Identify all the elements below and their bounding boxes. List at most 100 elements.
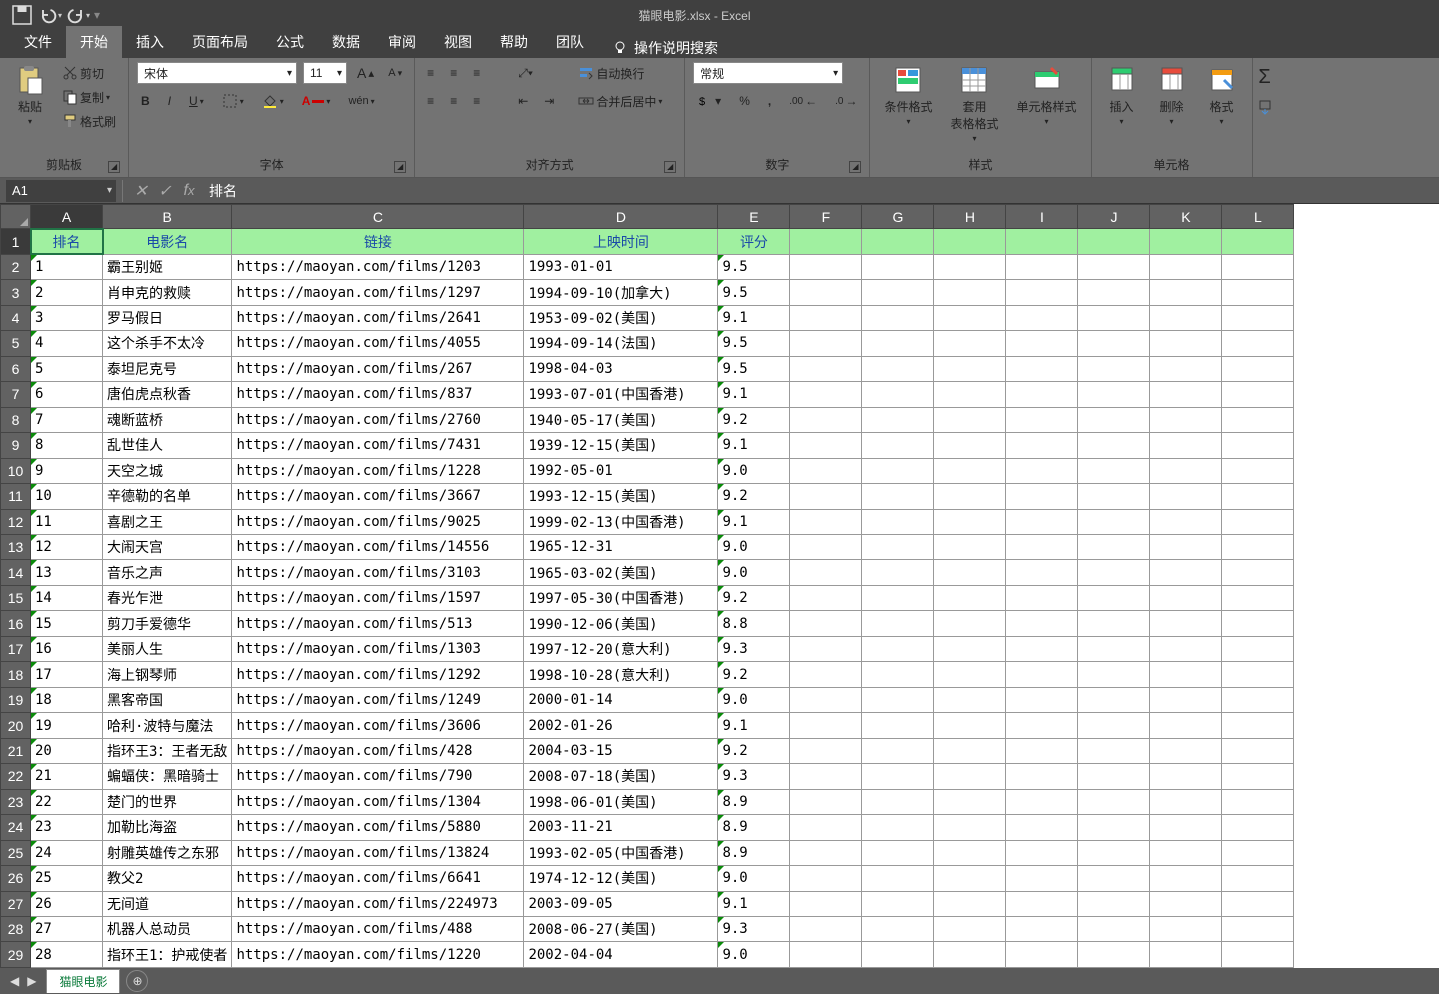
indent-increase-button[interactable]: ⇥	[540, 92, 558, 110]
cell[interactable]: 1994-09-14(法国)	[524, 331, 718, 356]
cell[interactable]: https://maoyan.com/films/1203	[232, 254, 524, 279]
cell[interactable]: 8.8	[718, 611, 790, 636]
cell[interactable]	[790, 458, 862, 483]
cell[interactable]	[1222, 713, 1294, 738]
cell[interactable]	[1078, 331, 1150, 356]
cell[interactable]	[1150, 866, 1222, 891]
spreadsheet-grid[interactable]: ABCDEFGHIJKL1排名电影名链接上映时间评分21霸王别姬https://…	[0, 204, 1439, 968]
cell[interactable]	[862, 738, 934, 763]
tab-data[interactable]: 数据	[318, 26, 374, 58]
cell[interactable]	[934, 509, 1006, 534]
cell[interactable]	[1150, 509, 1222, 534]
column-header[interactable]: J	[1078, 205, 1150, 229]
cell[interactable]	[862, 534, 934, 559]
cell[interactable]	[1006, 891, 1078, 916]
cell[interactable]	[1006, 942, 1078, 968]
cell[interactable]	[1150, 840, 1222, 865]
cell[interactable]	[790, 382, 862, 407]
cell[interactable]: https://maoyan.com/films/1297	[232, 280, 524, 305]
cell[interactable]	[1078, 407, 1150, 432]
cell[interactable]	[934, 356, 1006, 381]
row-header[interactable]: 1	[1, 229, 31, 254]
row-header[interactable]: 17	[1, 636, 31, 661]
cell[interactable]: https://maoyan.com/films/837	[232, 382, 524, 407]
cell[interactable]	[1006, 458, 1078, 483]
cell[interactable]	[1006, 866, 1078, 891]
cell[interactable]	[1078, 305, 1150, 330]
cell[interactable]	[1222, 229, 1294, 254]
cell[interactable]	[862, 407, 934, 432]
cell[interactable]	[1078, 764, 1150, 789]
cell[interactable]	[1222, 636, 1294, 661]
redo-icon[interactable]: ▾	[66, 3, 90, 27]
column-header[interactable]: F	[790, 205, 862, 229]
cell[interactable]	[1006, 764, 1078, 789]
cell[interactable]	[1078, 636, 1150, 661]
cell[interactable]	[1006, 713, 1078, 738]
cell[interactable]: 9.0	[718, 866, 790, 891]
cell[interactable]: 电影名	[103, 229, 232, 254]
cell[interactable]: 4	[31, 331, 103, 356]
italic-button[interactable]: I	[164, 92, 175, 110]
cell[interactable]: 这个杀手不太冷	[103, 331, 232, 356]
cell[interactable]	[934, 331, 1006, 356]
cell[interactable]: 1993-12-15(美国)	[524, 484, 718, 509]
row-header[interactable]: 19	[1, 687, 31, 712]
row-header[interactable]: 12	[1, 509, 31, 534]
cell[interactable]	[862, 662, 934, 687]
cell[interactable]	[790, 585, 862, 610]
cell[interactable]	[1222, 942, 1294, 968]
cell[interactable]: https://maoyan.com/films/1249	[232, 687, 524, 712]
cell[interactable]	[1150, 356, 1222, 381]
cell[interactable]: 5	[31, 356, 103, 381]
cell[interactable]: 唐伯虎点秋香	[103, 382, 232, 407]
cell[interactable]: 黑客帝国	[103, 687, 232, 712]
cell[interactable]: 楚门的世界	[103, 789, 232, 814]
cell[interactable]	[1150, 458, 1222, 483]
cell[interactable]: 8.9	[718, 815, 790, 840]
cell[interactable]	[1222, 484, 1294, 509]
cell[interactable]: 9.5	[718, 356, 790, 381]
cell[interactable]: https://maoyan.com/films/7431	[232, 433, 524, 458]
cell[interactable]	[1150, 585, 1222, 610]
select-all-corner[interactable]	[1, 205, 31, 229]
column-header[interactable]: A	[31, 205, 103, 229]
cell[interactable]: 16	[31, 636, 103, 661]
sheet-nav-next[interactable]: ▶	[27, 974, 36, 988]
cell[interactable]: https://maoyan.com/films/1597	[232, 585, 524, 610]
cell[interactable]: 9.2	[718, 585, 790, 610]
column-header[interactable]: B	[103, 205, 232, 229]
cell[interactable]	[1078, 713, 1150, 738]
align-bottom-button[interactable]: ≡	[469, 64, 484, 82]
cell[interactable]	[862, 611, 934, 636]
cell[interactable]	[934, 840, 1006, 865]
sheet-nav-prev[interactable]: ◀	[10, 974, 19, 988]
cell[interactable]: 1993-07-01(中国香港)	[524, 382, 718, 407]
cell[interactable]	[790, 942, 862, 968]
cell[interactable]	[1222, 662, 1294, 687]
cell[interactable]: 18	[31, 687, 103, 712]
cell[interactable]: 1997-05-30(中国香港)	[524, 585, 718, 610]
cell[interactable]: https://maoyan.com/films/2641	[232, 305, 524, 330]
cell[interactable]	[862, 280, 934, 305]
cell[interactable]	[1078, 484, 1150, 509]
cell[interactable]: 1993-01-01	[524, 254, 718, 279]
cell[interactable]: https://maoyan.com/films/1228	[232, 458, 524, 483]
cell[interactable]	[934, 433, 1006, 458]
cell[interactable]	[1150, 229, 1222, 254]
column-header[interactable]: D	[524, 205, 718, 229]
cell[interactable]: 大闹天宫	[103, 534, 232, 559]
cell[interactable]	[1078, 611, 1150, 636]
cell[interactable]: 9.5	[718, 254, 790, 279]
cell[interactable]	[934, 585, 1006, 610]
cell[interactable]: 射雕英雄传之东邪	[103, 840, 232, 865]
cell[interactable]	[934, 738, 1006, 763]
align-right-button[interactable]: ≡	[469, 92, 484, 110]
cell[interactable]	[934, 713, 1006, 738]
cell[interactable]	[1150, 713, 1222, 738]
cell[interactable]: 天空之城	[103, 458, 232, 483]
cell[interactable]	[862, 764, 934, 789]
cell[interactable]	[790, 407, 862, 432]
cell[interactable]	[1150, 738, 1222, 763]
cell[interactable]	[1006, 407, 1078, 432]
